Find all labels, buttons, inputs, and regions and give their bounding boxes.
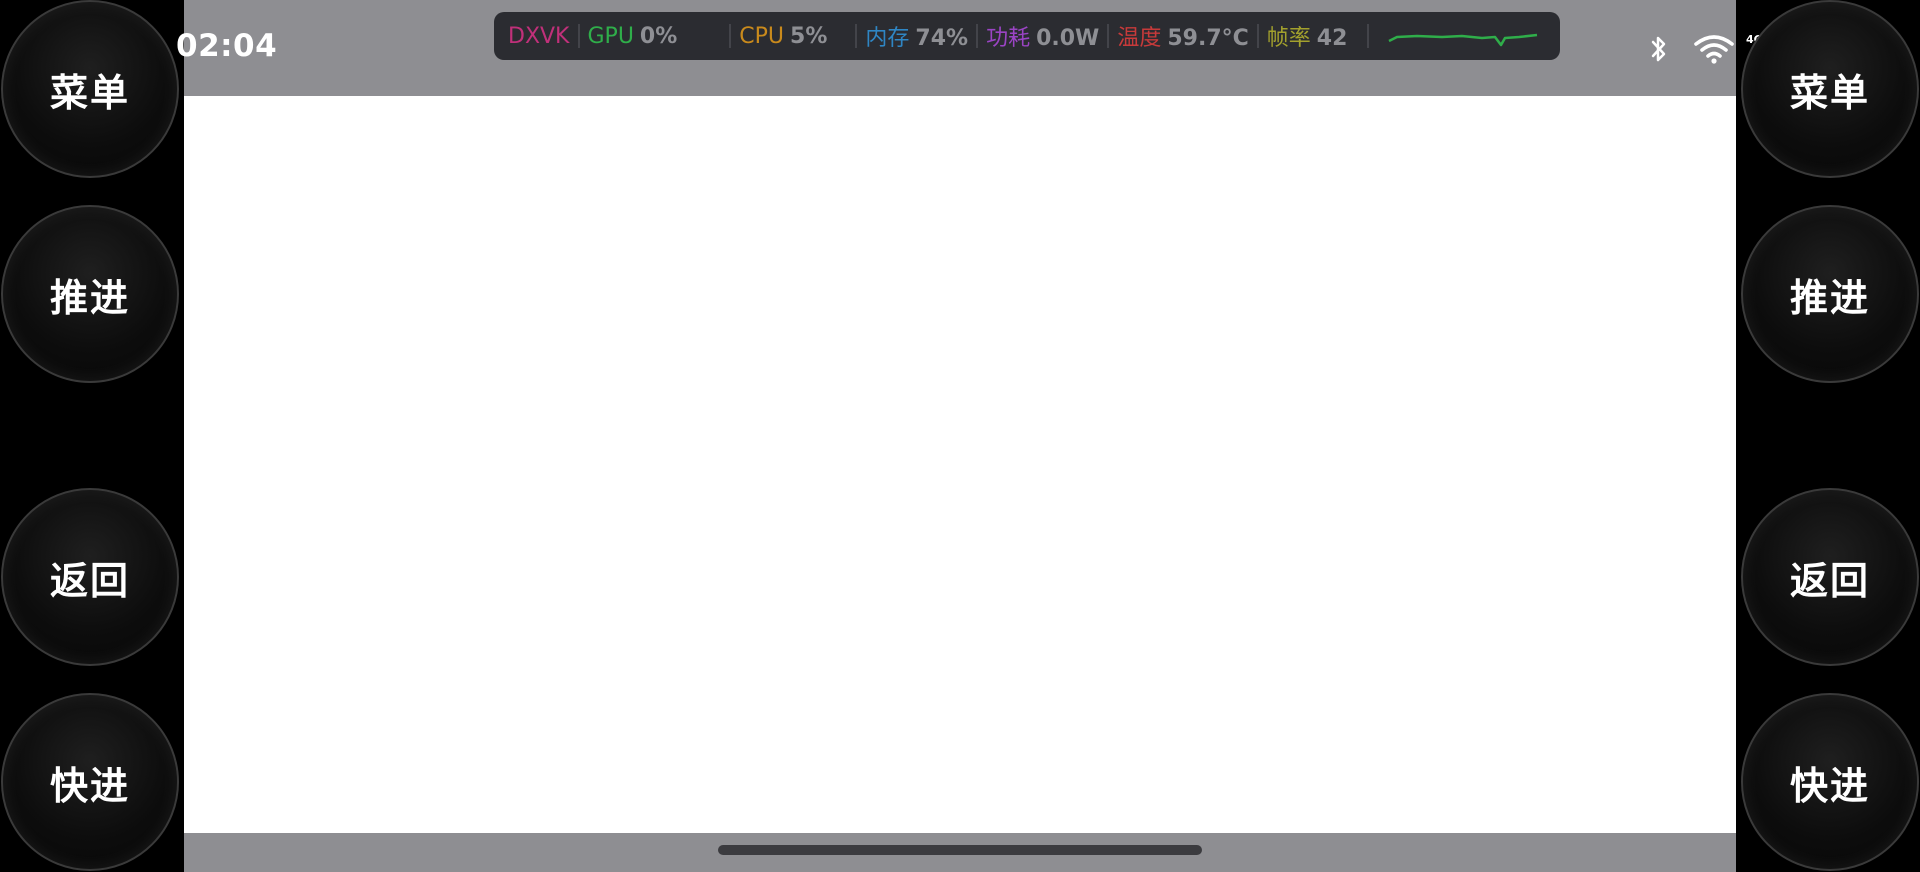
framerate-graph	[1388, 33, 1538, 47]
bluetooth-icon	[1651, 36, 1666, 62]
fast-forward-button-left[interactable]: 快进	[1, 693, 179, 871]
home-indicator[interactable]	[718, 845, 1202, 855]
status-time: 02:04	[176, 28, 278, 64]
hud-divider	[1367, 24, 1370, 48]
hud-item-memory: 内存 74%	[865, 20, 968, 52]
hud-value: 59.7°C	[1167, 26, 1249, 51]
hud-divider	[855, 24, 858, 48]
hud-divider	[1107, 24, 1110, 48]
hud-item-framerate: 帧率 42	[1267, 20, 1348, 52]
hud-value: 42	[1316, 26, 1348, 51]
hud-item-power: 功耗 0.0W	[986, 20, 1099, 52]
performance-hud: DXVK GPU 0% CPU 5% 内存 74% 功耗 0.0W 温度 59.…	[494, 12, 1560, 60]
hud-label: 帧率	[1266, 26, 1311, 51]
hud-divider	[976, 24, 979, 48]
hud-label: 功耗	[986, 26, 1031, 51]
hud-value: 0.0W	[1036, 26, 1100, 51]
hud-label: 温度	[1117, 26, 1162, 51]
back-button-right[interactable]: 返回	[1741, 488, 1919, 666]
hud-label: GPU	[587, 23, 634, 49]
advance-button-left[interactable]: 推进	[1, 205, 179, 383]
hud-item-gpu: GPU 0%	[588, 24, 678, 49]
hud-value: 0%	[639, 23, 678, 49]
hud-value: 74%	[915, 26, 969, 51]
hud-label: CPU	[739, 23, 785, 49]
wifi-icon	[1694, 35, 1734, 64]
hud-divider	[577, 24, 580, 48]
back-button-left[interactable]: 返回	[1, 488, 179, 666]
hud-item-temperature: 温度 59.7°C	[1117, 20, 1248, 52]
home-bar-area	[184, 833, 1736, 872]
hud-label: DXVK	[508, 23, 570, 49]
fast-forward-button-right[interactable]: 快进	[1741, 693, 1919, 871]
advance-button-right[interactable]: 推进	[1741, 205, 1919, 383]
hud-value: 5%	[790, 23, 828, 49]
menu-button-left[interactable]: 菜单	[1, 0, 179, 178]
hud-label: 内存	[865, 26, 910, 51]
hud-item-dxvk: DXVK	[508, 24, 570, 49]
game-viewport[interactable]	[184, 96, 1736, 833]
menu-button-right[interactable]: 菜单	[1741, 0, 1919, 178]
hud-divider	[1256, 24, 1259, 48]
hud-item-cpu: CPU 5%	[739, 24, 827, 49]
hud-divider	[729, 24, 732, 48]
